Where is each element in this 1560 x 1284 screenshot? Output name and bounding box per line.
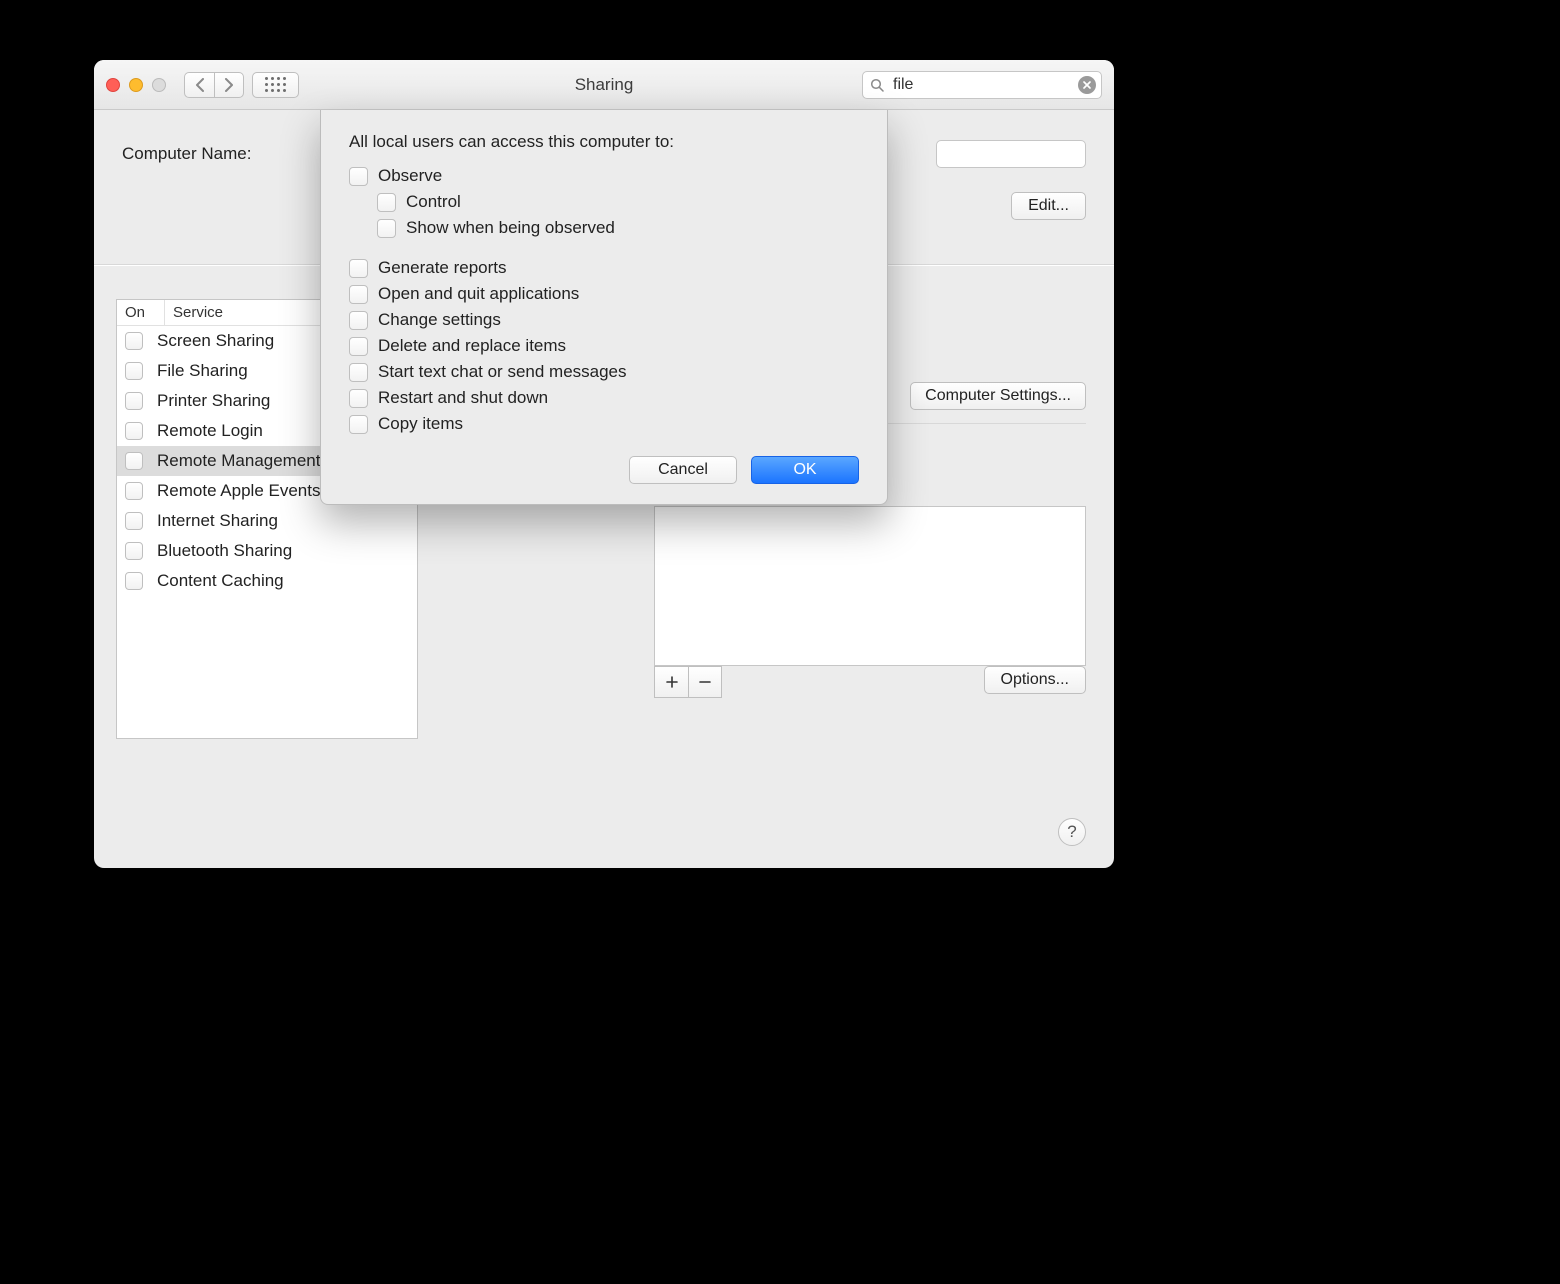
permission-label: Generate reports xyxy=(378,258,507,278)
permission-option[interactable]: Restart and shut down xyxy=(349,388,859,408)
separator xyxy=(349,244,859,252)
service-row[interactable]: Bluetooth Sharing xyxy=(117,536,417,566)
permission-checkbox[interactable] xyxy=(349,167,368,186)
permission-label: Show when being observed xyxy=(406,218,615,238)
window-minimize-button[interactable] xyxy=(129,78,143,92)
service-on-checkbox[interactable] xyxy=(125,542,143,560)
permission-label: Restart and shut down xyxy=(378,388,548,408)
add-user-button[interactable] xyxy=(654,666,688,698)
service-name: File Sharing xyxy=(157,361,248,381)
search-field-container xyxy=(862,71,1102,99)
add-remove-controls xyxy=(654,666,722,698)
options-button[interactable]: Options... xyxy=(984,666,1086,694)
permission-label: Change settings xyxy=(378,310,501,330)
permission-option[interactable]: Observe xyxy=(349,166,859,186)
service-name: Remote Apple Events xyxy=(157,481,320,501)
service-name: Screen Sharing xyxy=(157,331,274,351)
history-nav xyxy=(184,72,244,98)
forward-button[interactable] xyxy=(214,72,244,98)
column-on-header[interactable]: On xyxy=(117,300,165,325)
permission-checkbox[interactable] xyxy=(349,311,368,330)
service-name: Bluetooth Sharing xyxy=(157,541,292,561)
permission-option[interactable]: Start text chat or send messages xyxy=(349,362,859,382)
window-zoom-button[interactable] xyxy=(152,78,166,92)
search-input[interactable] xyxy=(862,71,1102,99)
service-row[interactable]: Content Caching xyxy=(117,566,417,596)
permission-option[interactable]: Change settings xyxy=(349,310,859,330)
chevron-right-icon xyxy=(224,78,234,92)
permission-label: Copy items xyxy=(378,414,463,434)
permission-label: Open and quit applications xyxy=(378,284,579,304)
permission-option[interactable]: Show when being observed xyxy=(377,218,859,238)
ok-button[interactable]: OK xyxy=(751,456,859,484)
back-button[interactable] xyxy=(184,72,214,98)
service-on-checkbox[interactable] xyxy=(125,482,143,500)
permission-label: Observe xyxy=(378,166,442,186)
grid-icon xyxy=(265,77,286,92)
permission-option[interactable]: Generate reports xyxy=(349,258,859,278)
minus-icon xyxy=(698,675,712,689)
preferences-window: Sharing Computer Name: Edit... xyxy=(94,60,1114,868)
permission-option[interactable]: Delete and replace items xyxy=(349,336,859,356)
service-on-checkbox[interactable] xyxy=(125,332,143,350)
search-icon xyxy=(870,78,884,92)
users-list[interactable] xyxy=(654,506,1086,666)
computer-settings-button[interactable]: Computer Settings... xyxy=(910,382,1086,410)
permission-checkbox[interactable] xyxy=(349,415,368,434)
cancel-button[interactable]: Cancel xyxy=(629,456,737,484)
service-on-checkbox[interactable] xyxy=(125,572,143,590)
permissions-sheet: All local users can access this computer… xyxy=(320,110,888,505)
sheet-options: Observe Control Show when being observed Ge… xyxy=(349,166,859,434)
computer-name-input[interactable] xyxy=(936,140,1086,168)
service-name: Internet Sharing xyxy=(157,511,278,531)
permission-checkbox[interactable] xyxy=(349,285,368,304)
permission-checkbox[interactable] xyxy=(349,363,368,382)
computer-name-label: Computer Name: xyxy=(122,144,251,164)
permission-option[interactable]: Control xyxy=(377,192,859,212)
plus-icon xyxy=(665,675,679,689)
service-name: Remote Management xyxy=(157,451,320,471)
permission-checkbox[interactable] xyxy=(349,337,368,356)
help-icon: ? xyxy=(1067,822,1076,842)
permission-checkbox[interactable] xyxy=(377,219,396,238)
window-close-button[interactable] xyxy=(106,78,120,92)
remove-user-button[interactable] xyxy=(688,666,722,698)
clear-icon xyxy=(1082,80,1092,90)
clear-search-button[interactable] xyxy=(1078,76,1096,94)
show-all-button[interactable] xyxy=(252,72,299,98)
service-on-checkbox[interactable] xyxy=(125,392,143,410)
chevron-left-icon xyxy=(195,78,205,92)
titlebar: Sharing xyxy=(94,60,1114,110)
service-on-checkbox[interactable] xyxy=(125,512,143,530)
service-name: Remote Login xyxy=(157,421,263,441)
permission-label: Control xyxy=(406,192,461,212)
permission-checkbox[interactable] xyxy=(377,193,396,212)
permission-option[interactable]: Open and quit applications xyxy=(349,284,859,304)
service-on-checkbox[interactable] xyxy=(125,362,143,380)
permission-option[interactable]: Copy items xyxy=(349,414,859,434)
permission-label: Start text chat or send messages xyxy=(378,362,627,382)
service-row[interactable]: Internet Sharing xyxy=(117,506,417,536)
help-button[interactable]: ? xyxy=(1058,818,1086,846)
edit-button[interactable]: Edit... xyxy=(1011,192,1086,220)
traffic-lights xyxy=(106,78,166,92)
service-name: Content Caching xyxy=(157,571,284,591)
permission-checkbox[interactable] xyxy=(349,259,368,278)
sheet-title: All local users can access this computer… xyxy=(349,132,859,152)
permission-label: Delete and replace items xyxy=(378,336,566,356)
permission-checkbox[interactable] xyxy=(349,389,368,408)
service-name: Printer Sharing xyxy=(157,391,270,411)
service-on-checkbox[interactable] xyxy=(125,422,143,440)
service-on-checkbox[interactable] xyxy=(125,452,143,470)
